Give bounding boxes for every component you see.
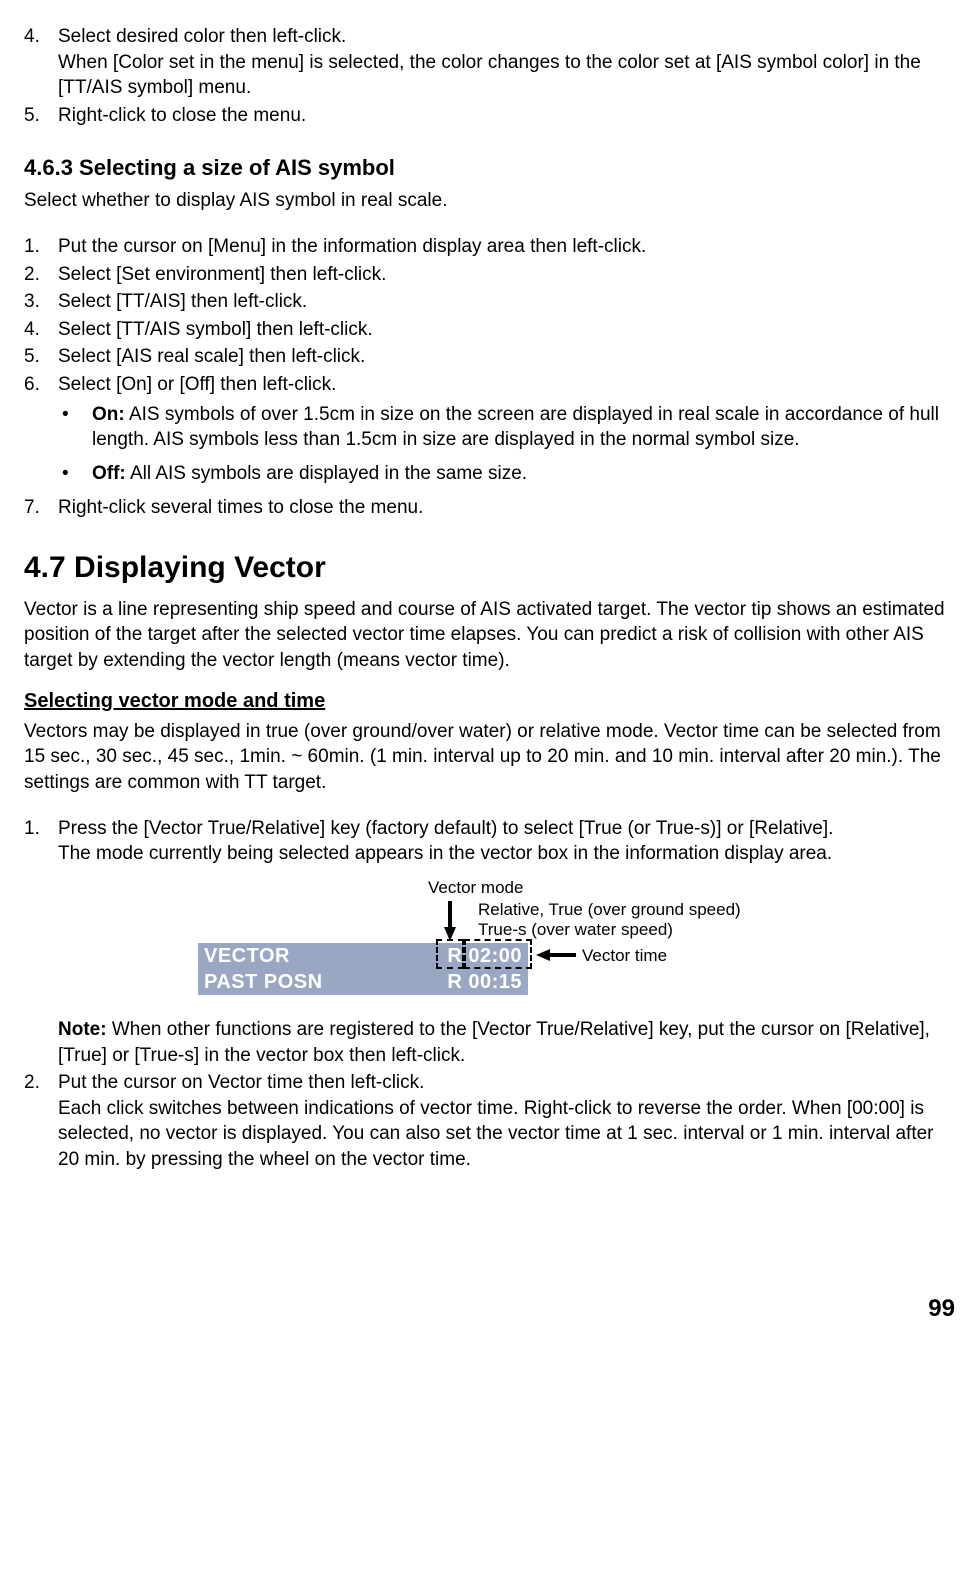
list-item: 6. Select [On] or [Off] then left-click. (24, 372, 955, 398)
text: Select [On] or [Off] then left-click. (58, 372, 955, 398)
list-number: 5. (24, 103, 58, 129)
text: Vectors may be displayed in true (over g… (24, 719, 955, 796)
text: When [Color set in the menu] is selected… (58, 50, 955, 101)
list-number: 1. (24, 816, 58, 1069)
list-number: 6. (24, 372, 58, 398)
text: AIS symbols of over 1.5cm in size on the… (92, 404, 939, 451)
label-vector-mode: Vector mode (428, 877, 523, 900)
list-number: 5. (24, 344, 58, 370)
past-posn-time: 00:15 (468, 971, 522, 993)
text: Select [Set environment] then left-click… (58, 262, 955, 288)
label-off: Off: (92, 463, 126, 484)
text: All AIS symbols are displayed in the sam… (126, 463, 527, 484)
page-number: 99 (24, 1293, 955, 1325)
text: When other functions are registered to t… (58, 1019, 930, 1066)
highlight-time (464, 939, 532, 969)
list-number: 2. (24, 262, 58, 288)
past-posn-mode: R (447, 971, 462, 993)
arrow-left-icon (536, 949, 550, 961)
list-number: 4. (24, 317, 58, 343)
arrow-icon (550, 953, 576, 957)
list-item: 7. Right-click several times to close th… (24, 495, 955, 521)
text: Off: All AIS symbols are displayed in th… (92, 461, 955, 487)
past-posn-label: PAST POSN (204, 969, 323, 995)
heading-463: 4.6.3 Selecting a size of AIS symbol (24, 153, 955, 183)
arrow-icon (448, 901, 452, 929)
text: Select [TT/AIS] then left-click. (58, 289, 955, 315)
list-number: 3. (24, 289, 58, 315)
subheading: Selecting vector mode and time (24, 688, 955, 715)
text: Select desired color then left-click. (58, 24, 955, 50)
list-body: Press the [Vector True/Relative] key (fa… (58, 816, 955, 1069)
list-item: 2. Put the cursor on Vector time then le… (24, 1070, 955, 1173)
text: Right-click to close the menu. (58, 103, 955, 129)
text: Press the [Vector True/Relative] key (fa… (58, 816, 955, 842)
highlight-mode (436, 939, 464, 969)
list-item: 4. Select desired color then left-click.… (24, 24, 955, 101)
vector-figure: Vector mode Relative, True (over ground … (198, 877, 818, 1007)
list-item: 4. Select [TT/AIS symbol] then left-clic… (24, 317, 955, 343)
text: Select [TT/AIS symbol] then left-click. (58, 317, 955, 343)
list-item: 1. Put the cursor on [Menu] in the infor… (24, 234, 955, 260)
text: Put the cursor on Vector time then left-… (58, 1070, 955, 1096)
list-item: 5. Right-click to close the menu. (24, 103, 955, 129)
list-body: Select desired color then left-click. Wh… (58, 24, 955, 101)
note-label: Note: (58, 1019, 107, 1040)
bullet-item: • On: AIS symbols of over 1.5cm in size … (62, 402, 955, 453)
text: Select [AIS real scale] then left-click. (58, 344, 955, 370)
list-item: 3. Select [TT/AIS] then left-click. (24, 289, 955, 315)
vector-box-label: VECTOR (204, 943, 290, 969)
bullet-item: • Off: All AIS symbols are displayed in … (62, 461, 955, 487)
list-number: 4. (24, 24, 58, 101)
list-item: 1. Press the [Vector True/Relative] key … (24, 816, 955, 1069)
text: Each click switches between indications … (58, 1096, 955, 1173)
list-number: 1. (24, 234, 58, 260)
heading-47: 4.7 Displaying Vector (24, 548, 955, 589)
list-number: 2. (24, 1070, 58, 1173)
text: Right-click several times to close the m… (58, 495, 955, 521)
text: On: AIS symbols of over 1.5cm in size on… (92, 402, 955, 453)
bullet-icon: • (62, 402, 92, 453)
list-number: 7. (24, 495, 58, 521)
bullet-icon: • (62, 461, 92, 487)
text: Put the cursor on [Menu] in the informat… (58, 234, 955, 260)
list-item: 5. Select [AIS real scale] then left-cli… (24, 344, 955, 370)
text: Select whether to display AIS symbol in … (24, 188, 955, 214)
text: The mode currently being selected appear… (58, 841, 955, 867)
text: Vector is a line representing ship speed… (24, 597, 955, 674)
label-on: On: (92, 404, 125, 425)
note: Note: When other functions are registere… (58, 1017, 955, 1068)
list-body: Put the cursor on Vector time then left-… (58, 1070, 955, 1173)
list-item: 2. Select [Set environment] then left-cl… (24, 262, 955, 288)
label-vector-time: Vector time (582, 945, 667, 968)
